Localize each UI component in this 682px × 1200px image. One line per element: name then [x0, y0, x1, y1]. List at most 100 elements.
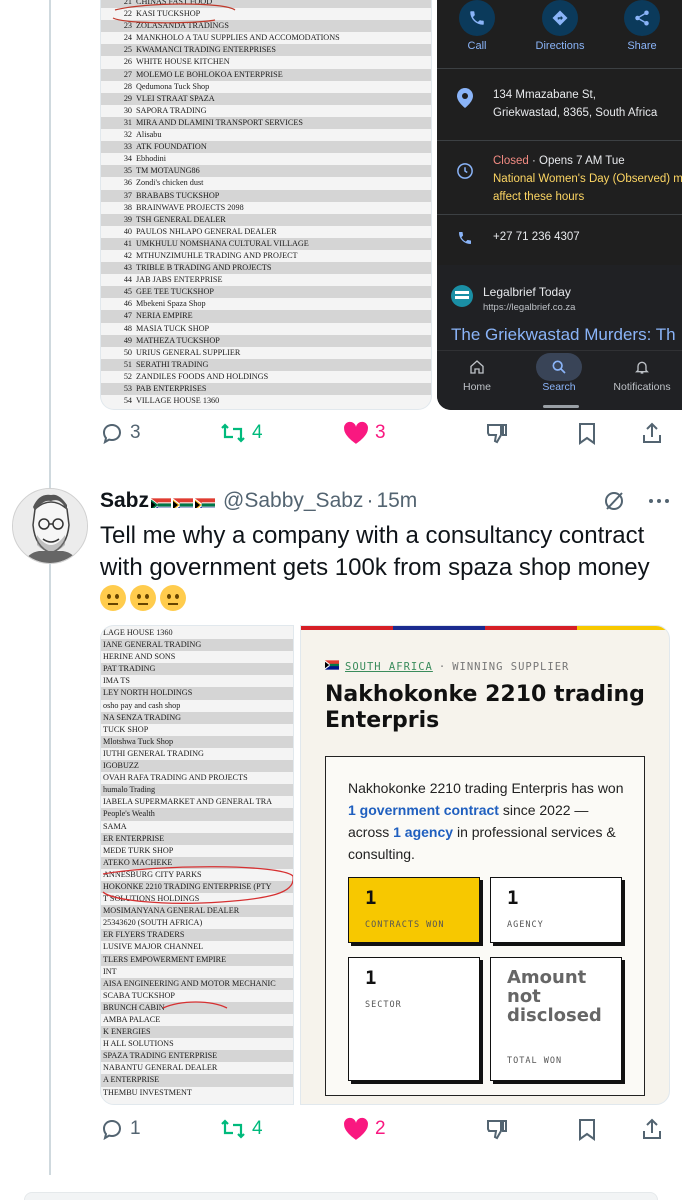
location-pin-icon: [457, 88, 473, 108]
document-row: 24 MANKHOLO A TAU SUPPLIES AND ACCOMODATI…: [123, 33, 340, 43]
document-row: 26 WHITE HOUSE KITCHEN: [123, 57, 230, 67]
document-row: A ENTERPRISE: [101, 1074, 293, 1087]
gesture-bar: [543, 405, 579, 408]
maps-phone-row[interactable]: +27 71 236 4307: [437, 228, 682, 246]
south-africa-flag-icon: [151, 494, 172, 508]
result-title-link[interactable]: The Griekwastad Murders: Th: [451, 325, 676, 345]
home-icon: [470, 360, 484, 374]
search-result-card[interactable]: Legalbrief Today https://legalbrief.co.z…: [437, 265, 682, 350]
document-row: 33 ATK FOUNDATION: [101, 141, 431, 154]
like-button[interactable]: 2: [343, 1117, 386, 1141]
author-name[interactable]: Sabz: [100, 489, 149, 513]
flag-emojis: [151, 494, 216, 508]
maps-call-action[interactable]: Call: [447, 0, 507, 52]
grok-icon[interactable]: [602, 489, 626, 513]
heart-icon: [344, 421, 368, 444]
document-row: 48 MASIA TUCK SHOP: [123, 323, 210, 333]
share-button[interactable]: [640, 421, 664, 445]
maps-hours-row[interactable]: Closed · Opens 7 AM Tue National Women's…: [437, 152, 682, 206]
google-maps-screenshot[interactable]: Call Directions Share 134 Mmazabane St, G…: [437, 0, 682, 410]
document-row: People's Wealth: [101, 808, 293, 821]
tweet-media[interactable]: LAGE HOUSE 1360 IANE GENERAL TRADING HERIN…: [100, 625, 670, 1105]
nav-notifications[interactable]: Notifications: [607, 351, 677, 393]
maps-directions-action[interactable]: Directions: [530, 0, 590, 52]
like-button[interactable]: 3: [343, 421, 386, 445]
divider: [437, 140, 682, 141]
tweet-action-bar: 1 4 2: [100, 1117, 670, 1149]
share-icon: [643, 1118, 661, 1139]
top-tweet-action-bar: 3 4 3: [100, 421, 670, 453]
document-row: PAT TRADING: [101, 663, 293, 676]
maps-share-action[interactable]: Share: [612, 0, 672, 52]
stat-contracts-won: 1 CONTRACTS WON: [348, 877, 480, 943]
winning-supplier-card[interactable]: SOUTH AFRICA · WINNING SUPPLIER Nakhokon…: [300, 625, 670, 1105]
maps-address-row[interactable]: 134 Mmazabane St, Griekwastad, 8365, Sout…: [437, 86, 682, 122]
author-handle[interactable]: @Sabby_Sabz: [223, 489, 363, 513]
bookmark-button[interactable]: [576, 1117, 598, 1141]
avatar[interactable]: [12, 488, 88, 564]
top-tweet-media[interactable]: 21 CHINAS FAST FOOD 22 KASI TUCKSHOP 23 ZOLAS…: [100, 0, 682, 410]
stat-agency: 1 AGENCY: [490, 877, 622, 943]
bookmark-button[interactable]: [576, 421, 598, 445]
document-row: 38 BRAINWAVE PROJECTS 2098: [123, 202, 244, 212]
divider: [437, 214, 682, 215]
repost-icon: [221, 1119, 245, 1139]
document-row: NA SENZA TRADING: [101, 711, 293, 724]
stat-sector: 1 SECTOR: [348, 957, 480, 1081]
red-ink-annotation: [102, 866, 293, 904]
reply-icon: [102, 423, 122, 445]
nav-search[interactable]: Search: [524, 351, 594, 393]
bookmark-icon: [579, 423, 595, 445]
tweet-timestamp[interactable]: 15m: [376, 489, 417, 513]
reply-button[interactable]: 3: [100, 421, 141, 445]
document-row: ER FLYERS TRADERS: [101, 929, 293, 942]
document-row: 27 MOLEMO LE BOHLOKOA ENTERPRISE: [101, 68, 431, 81]
document-row: 45 GEE TEE TUCKSHOP: [101, 286, 431, 299]
repost-button[interactable]: 4: [220, 421, 263, 445]
document-row: LEY NORTH HOLDINGS: [101, 687, 293, 700]
document-row: 46 Mbekeni Spaza Shop: [123, 299, 206, 309]
document-row: humalo Trading: [101, 784, 293, 797]
phone-icon: [459, 232, 471, 244]
document-row: THEMBU INVESTMENT: [103, 1087, 192, 1097]
document-row: NABANTU GENERAL DEALER: [103, 1063, 218, 1073]
supplier-summary-text: Nakhokonke 2210 trading Enterpris has wo…: [348, 780, 624, 862]
legalbrief-logo-icon: [451, 285, 473, 307]
document-row: 30 SAPORA TRADING: [123, 105, 207, 115]
tweet-header: Sabz @Sabby_Sabz · 15m: [100, 486, 670, 516]
reply-button[interactable]: 1: [100, 1117, 141, 1141]
repost-icon: [221, 423, 245, 443]
more-options-icon[interactable]: [648, 498, 670, 504]
maps-action-row: Call Directions Share: [437, 0, 682, 60]
phone-icon: [470, 11, 484, 25]
document-row: 41 UMKHULU NOMSHANA CULTURAL VILLAGE: [101, 237, 431, 250]
thumbs-down-icon: [487, 424, 507, 444]
document-image-supplier-list[interactable]: 21 CHINAS FAST FOOD 22 KASI TUCKSHOP 23 ZOLAS…: [100, 0, 432, 410]
region-link[interactable]: SOUTH AFRICA: [345, 661, 433, 673]
document-row: LAGE HOUSE 1360: [103, 628, 173, 637]
dislike-button[interactable]: [485, 421, 509, 445]
document-row: 39 TSH GENERAL DEALER: [101, 213, 431, 226]
document-row: 40 PAULOS NHLAPO GENERAL DEALER: [123, 226, 277, 236]
document-row: 50 URIUS GENERAL SUPPLIER: [123, 347, 241, 357]
document-row: INT: [103, 966, 117, 976]
repost-button[interactable]: 4: [220, 1117, 263, 1141]
raised-eyebrow-emoji-icon: [160, 585, 186, 611]
bookmark-icon: [579, 1119, 595, 1141]
document-row: IANE GENERAL TRADING: [101, 639, 293, 652]
document-image-supplier-list-cropped[interactable]: LAGE HOUSE 1360 IANE GENERAL TRADING HERIN…: [100, 625, 294, 1105]
supplier-summary-box: Nakhokonke 2210 trading Enterpris has wo…: [325, 756, 645, 1096]
document-row: 43 TRIBLE B TRADING AND PROJECTS: [101, 262, 431, 275]
nav-home[interactable]: Home: [442, 351, 512, 393]
dislike-button[interactable]: [485, 1117, 509, 1141]
document-row: IGOBUZZ: [101, 760, 293, 773]
share-icon: [643, 422, 661, 443]
document-row: K ENERGIES: [101, 1026, 293, 1039]
share-button[interactable]: [640, 1117, 664, 1141]
document-row: MEDE TURK SHOP: [103, 845, 174, 855]
document-row: 34 Ebhodini: [123, 154, 167, 164]
document-row: 25 KWAMANCI TRADING ENTERPRISES: [101, 44, 431, 57]
reply-icon: [102, 1119, 122, 1141]
document-row: SPAZA TRADING ENTERPRISE: [101, 1050, 293, 1063]
directions-icon: [552, 10, 568, 26]
